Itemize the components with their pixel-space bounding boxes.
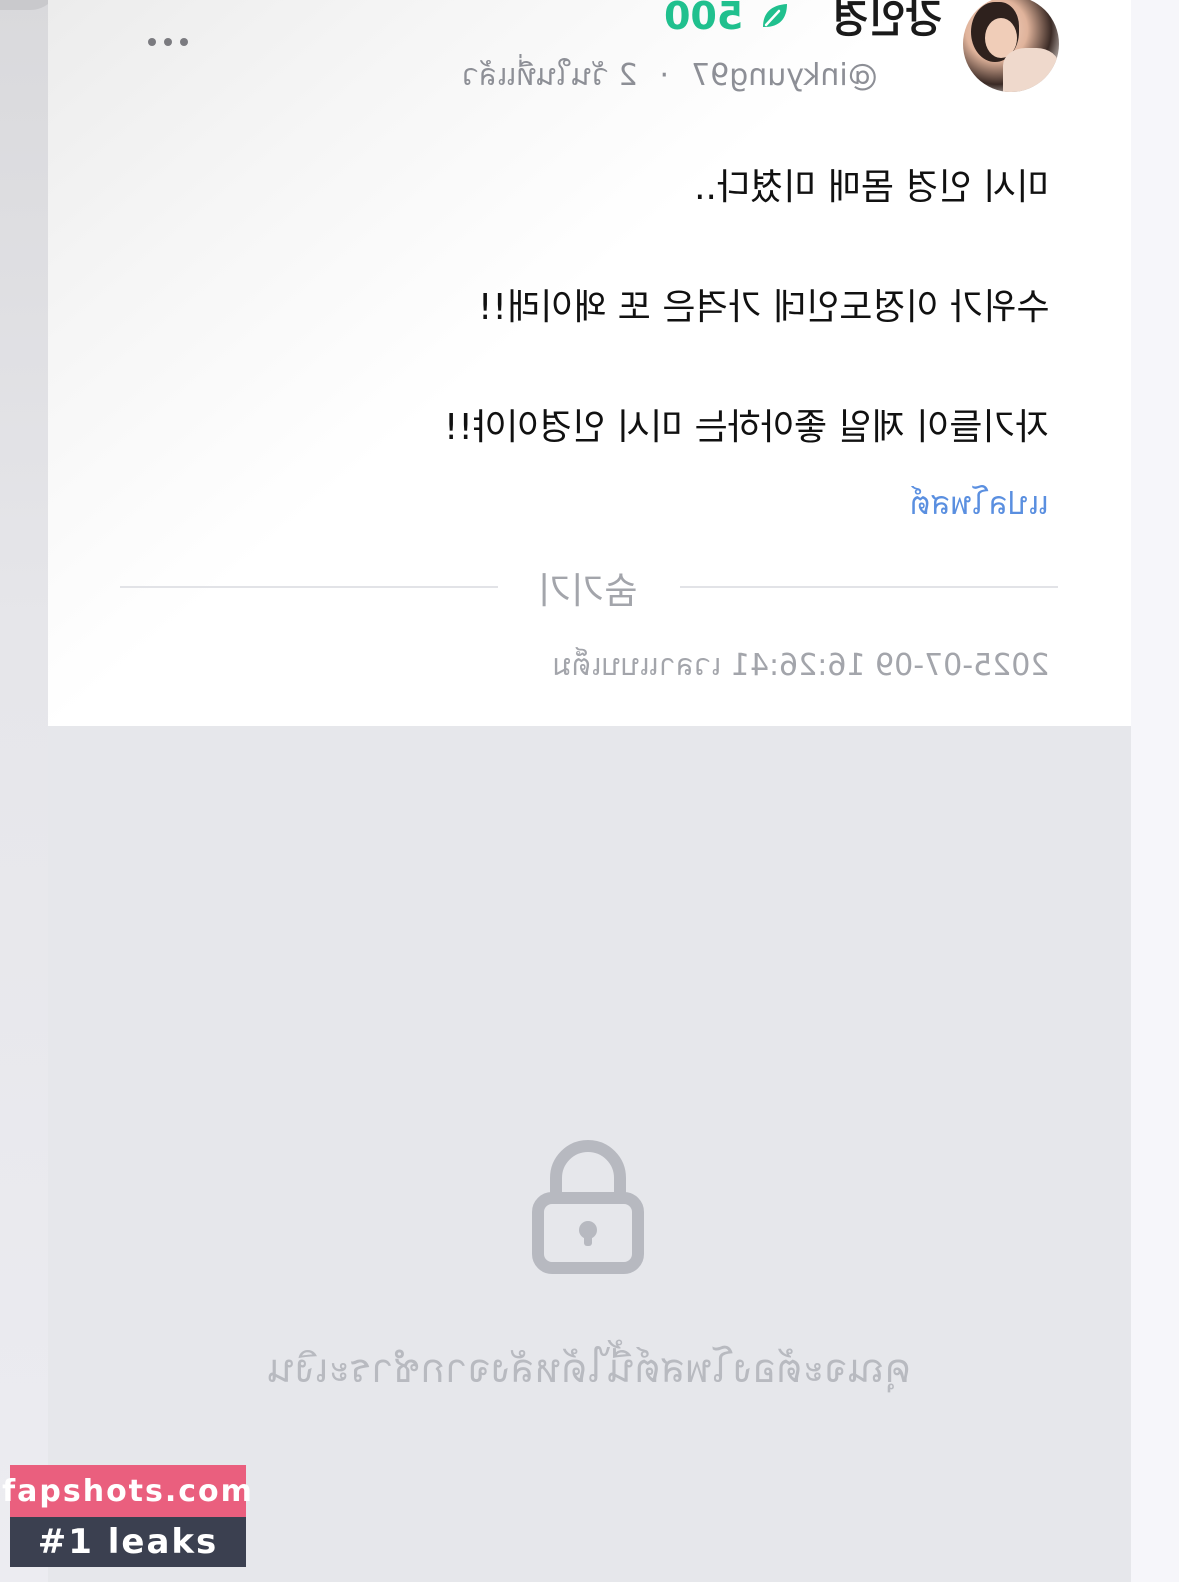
post-timestamp: 2025-07-09 16:26:41 เวลาแบบเต็ม	[551, 648, 1049, 683]
translate-post-link[interactable]: แปลโพสต์	[910, 478, 1049, 529]
lock-icon	[532, 1140, 644, 1274]
post-text-line: 수위가 이정도인데 가격은 또 왜이래!!	[477, 287, 1049, 328]
locked-content-area[interactable]: คุณจะต้องโพสต์นี้ได้หลังจากชำระเงิน	[48, 726, 1131, 1582]
post-text-line: 미시 인경 몸매 미쳤다..	[693, 167, 1049, 208]
post-text-line: 자기들이 제일 좋아하는 미시 인경이야!!	[444, 407, 1049, 448]
divider-left	[120, 586, 498, 588]
author-display-name[interactable]: 강인경	[832, 0, 942, 44]
more-dot-icon	[164, 38, 172, 46]
watermark-tagline: #1 leaks	[10, 1517, 246, 1567]
leaf-icon	[763, 4, 788, 27]
divider-right	[680, 586, 1058, 588]
more-options-button[interactable]	[144, 22, 192, 62]
left-gutter	[0, 0, 60, 1582]
hide-button[interactable]: 숨기기	[538, 562, 637, 614]
right-gutter	[1131, 0, 1179, 1582]
more-dot-icon	[148, 38, 156, 46]
meta-separator: ·	[659, 58, 670, 93]
coin-count: 500	[664, 0, 744, 38]
author-handle[interactable]: @inkyung97	[691, 58, 878, 93]
watermark: fapshots.com #1 leaks	[2, 1465, 252, 1567]
avatar[interactable]	[963, 0, 1059, 92]
author-meta: @inkyung97 · 2 วันในที่แล้ว	[462, 52, 878, 99]
locked-message: คุณจะต้องโพสต์นี้ได้หลังจากชำระเงิน	[267, 1346, 912, 1392]
posted-ago: 2 วันในที่แล้ว	[462, 58, 638, 93]
avatar-body	[1003, 48, 1059, 92]
watermark-site: fapshots.com	[2, 1465, 252, 1517]
post-card	[48, 0, 1131, 726]
coin-badge: 500	[664, 0, 791, 38]
more-dot-icon	[180, 38, 188, 46]
